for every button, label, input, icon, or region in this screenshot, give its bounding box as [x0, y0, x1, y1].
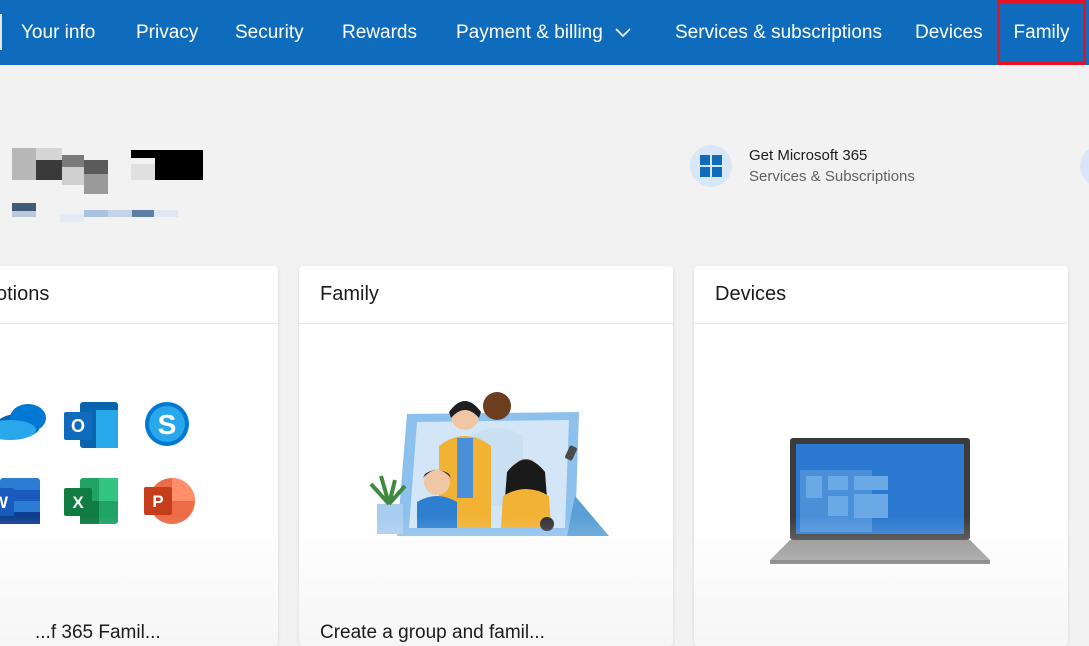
nav-your-info[interactable]: Your info: [21, 0, 95, 65]
outlook-icon: O: [64, 402, 118, 448]
nav-services-label: Services & subscriptions: [675, 21, 882, 43]
family-card-title: Family: [299, 266, 673, 324]
nav-family-label: Family: [1013, 21, 1070, 43]
promo-title: Get Microsoft 365: [749, 147, 868, 164]
nav-your-info-label: Your info: [21, 21, 96, 43]
nav-security[interactable]: Security: [235, 0, 304, 65]
nav-devices-label: Devices: [915, 21, 983, 43]
svg-text:P: P: [152, 492, 163, 511]
get-microsoft-365-link[interactable]: Get Microsoft 365 Services & Subscriptio…: [690, 145, 915, 187]
devices-card[interactable]: Devices: [694, 266, 1068, 646]
nav-rewards-label: Rewards: [342, 21, 417, 43]
family-card[interactable]: Family Create a group and famil...: [299, 266, 673, 646]
subscriptions-card-title-text: otions: [0, 283, 50, 305]
nav-devices[interactable]: Devices: [915, 0, 983, 65]
devices-card-title-text: Devices: [715, 283, 787, 305]
promo-subtitle: Services & Subscriptions: [749, 168, 915, 185]
subscriptions-card-footer: ...f 365 Famil...: [35, 622, 161, 643]
svg-text:S: S: [158, 409, 177, 440]
nav-payment-billing-label: Payment & billing: [456, 21, 603, 43]
nav-payment-billing[interactable]: Payment & billing: [456, 0, 631, 65]
chevron-down-icon: [615, 22, 631, 44]
family-card-footer: Create a group and famil...: [320, 622, 545, 643]
nav-rewards[interactable]: Rewards: [342, 0, 417, 65]
nav-family[interactable]: Family: [997, 0, 1086, 65]
svg-text:W: W: [0, 493, 9, 512]
svg-text:X: X: [72, 493, 84, 512]
nav-privacy[interactable]: Privacy: [136, 0, 198, 65]
nav-privacy-label: Privacy: [136, 21, 199, 43]
svg-text:O: O: [71, 416, 85, 436]
subscriptions-card[interactable]: otions O S W: [0, 266, 278, 646]
nav-edge: [0, 14, 2, 50]
top-nav: Your info Privacy Security Rewards Payme…: [0, 0, 1089, 65]
card-fade: [694, 516, 1068, 646]
secondary-promo-icon[interactable]: [1080, 145, 1089, 187]
nav-services-subscriptions[interactable]: Services & subscriptions: [675, 0, 882, 65]
windows-grid-icon: [690, 145, 732, 187]
onedrive-icon: [0, 404, 46, 440]
skype-icon: S: [145, 402, 189, 446]
family-card-title-text: Family: [320, 283, 379, 305]
nav-security-label: Security: [235, 21, 304, 43]
devices-card-title: Devices: [694, 266, 1068, 324]
subscriptions-card-title: otions: [0, 266, 278, 324]
